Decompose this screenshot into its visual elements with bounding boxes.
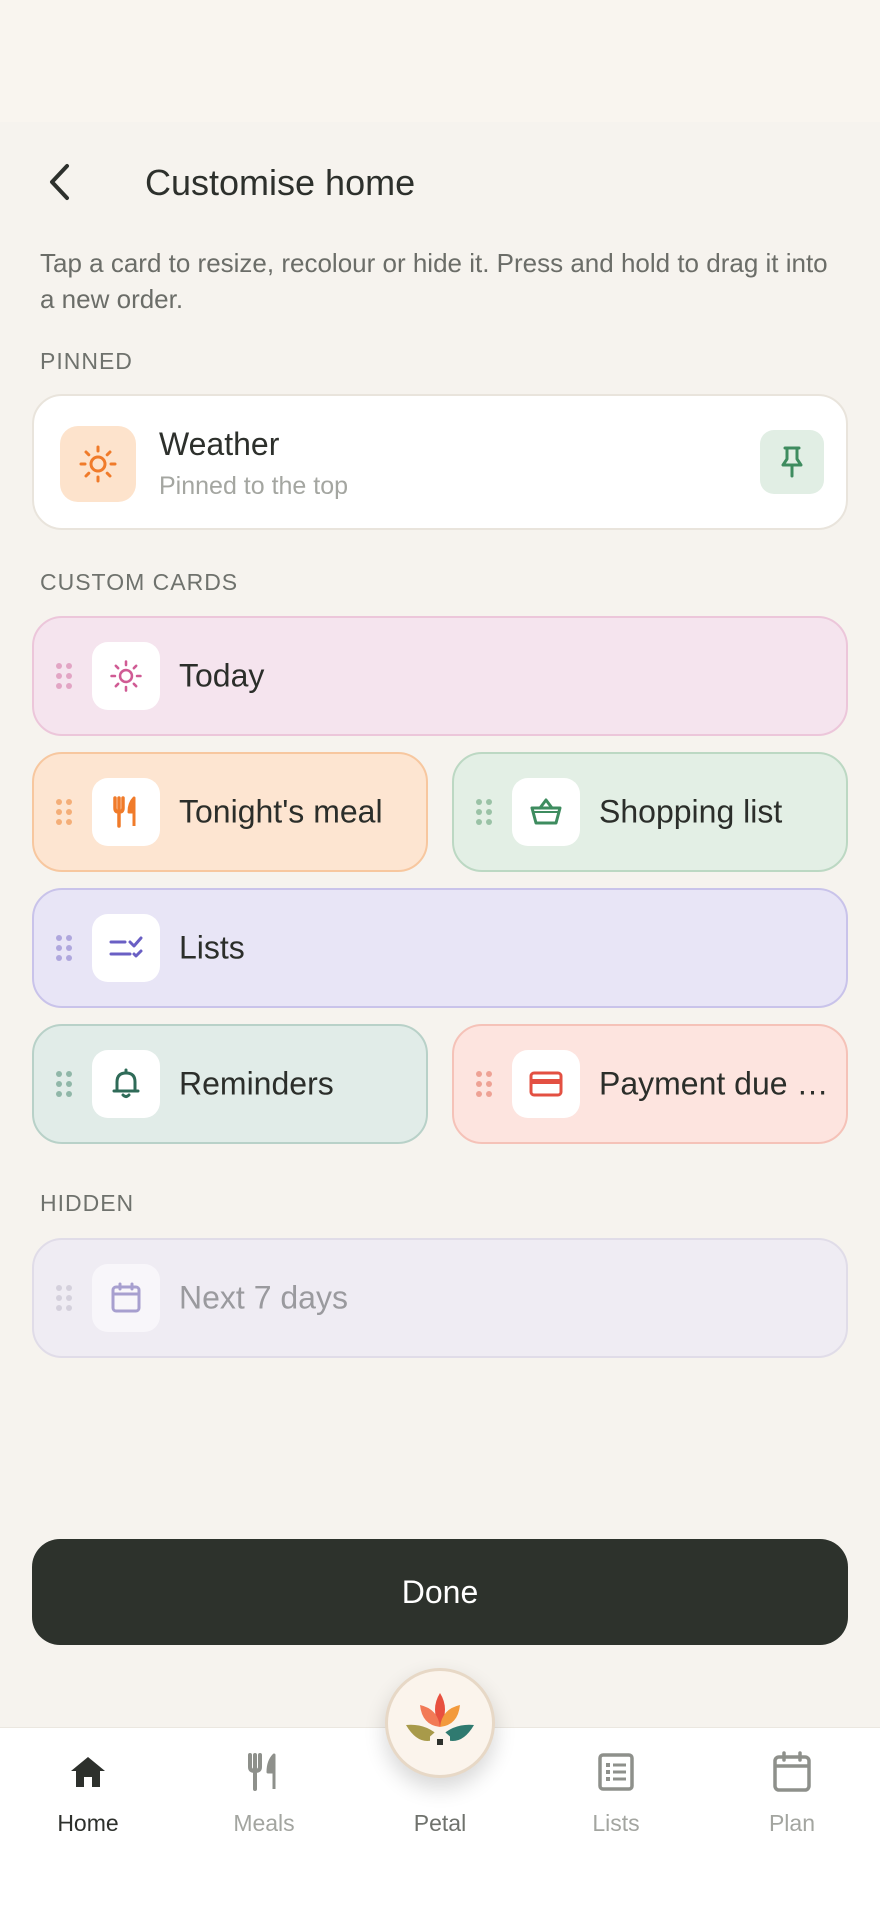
tab-home[interactable]: Home <box>0 1728 176 1868</box>
fork-knife-icon <box>248 1753 276 1791</box>
card-label: Tonight's meal <box>179 793 383 830</box>
tab-plan[interactable]: Plan <box>704 1728 880 1868</box>
sun-icon <box>79 445 117 483</box>
drag-handle[interactable] <box>56 935 72 961</box>
tonights-meal-icon-tile <box>92 778 160 846</box>
payment-due-icon-tile <box>512 1050 580 1118</box>
checklist-icon <box>109 936 143 958</box>
weather-title: Weather <box>159 426 280 462</box>
tab-lists[interactable]: Lists <box>528 1728 704 1868</box>
status-bar <box>0 0 880 122</box>
card-label: Today <box>179 657 265 694</box>
list-icon <box>598 1753 634 1791</box>
weather-card[interactable]: Weather Pinned to the top <box>32 394 848 530</box>
weather-subtitle: Pinned to the top <box>159 472 349 500</box>
drag-handle[interactable] <box>56 1071 72 1097</box>
sun-icon <box>110 660 142 692</box>
pin-button[interactable] <box>760 430 824 494</box>
calendar-icon <box>111 1282 141 1313</box>
shopping-list-icon-tile <box>512 778 580 846</box>
drag-handle[interactable] <box>56 1285 72 1311</box>
card-lists[interactable]: Lists <box>32 888 848 1008</box>
page-title: Customise home <box>145 162 416 203</box>
basket-icon <box>530 798 562 825</box>
petal-button[interactable] <box>385 1668 495 1778</box>
card-next-7-days[interactable]: Next 7 days <box>32 1238 848 1358</box>
weather-icon-tile <box>60 426 136 502</box>
section-label-custom: CUSTOM CARDS <box>40 569 239 595</box>
drag-handle[interactable] <box>56 663 72 689</box>
card-label: Next 7 days <box>179 1279 348 1316</box>
pin-icon <box>781 446 803 478</box>
card-label: Lists <box>179 929 245 966</box>
today-icon-tile <box>92 642 160 710</box>
header: Customise home <box>0 150 880 214</box>
tab-label: Petal <box>413 1810 467 1836</box>
card-reminders[interactable]: Reminders <box>32 1024 428 1144</box>
tab-label: Meals <box>233 1810 295 1836</box>
back-button[interactable] <box>34 156 86 208</box>
card-today[interactable]: Today <box>32 616 848 736</box>
bell-icon <box>112 1068 140 1098</box>
intro-text: Tap a card to resize, recolour or hide i… <box>40 248 828 314</box>
fork-knife-icon <box>113 796 136 828</box>
card-label: Payment due … <box>599 1065 829 1102</box>
chevron-left-icon <box>50 164 69 200</box>
section-label-hidden: HIDDEN <box>40 1190 135 1216</box>
tab-label: Plan <box>768 1810 816 1836</box>
drag-handle[interactable] <box>476 1071 492 1097</box>
done-button[interactable]: Done <box>32 1539 848 1645</box>
petal-logo-icon <box>406 1693 474 1750</box>
credit-card-icon <box>529 1071 563 1097</box>
card-shopping-list[interactable]: Shopping list <box>452 752 848 872</box>
next-7-days-icon-tile <box>92 1264 160 1332</box>
tab-label: Lists <box>592 1810 640 1836</box>
lists-icon-tile <box>92 914 160 982</box>
card-label: Reminders <box>179 1065 334 1102</box>
home-icon <box>71 1757 105 1787</box>
calendar-icon <box>773 1751 811 1792</box>
section-label-pinned: PINNED <box>40 348 133 374</box>
card-payment-due[interactable]: Payment due … <box>452 1024 848 1144</box>
reminders-icon-tile <box>92 1050 160 1118</box>
card-label: Shopping list <box>599 793 783 830</box>
drag-handle[interactable] <box>476 799 492 825</box>
tab-meals[interactable]: Meals <box>176 1728 352 1868</box>
tab-label: Home <box>57 1810 119 1836</box>
drag-handle[interactable] <box>56 799 72 825</box>
card-tonights-meal[interactable]: Tonight's meal <box>32 752 428 872</box>
